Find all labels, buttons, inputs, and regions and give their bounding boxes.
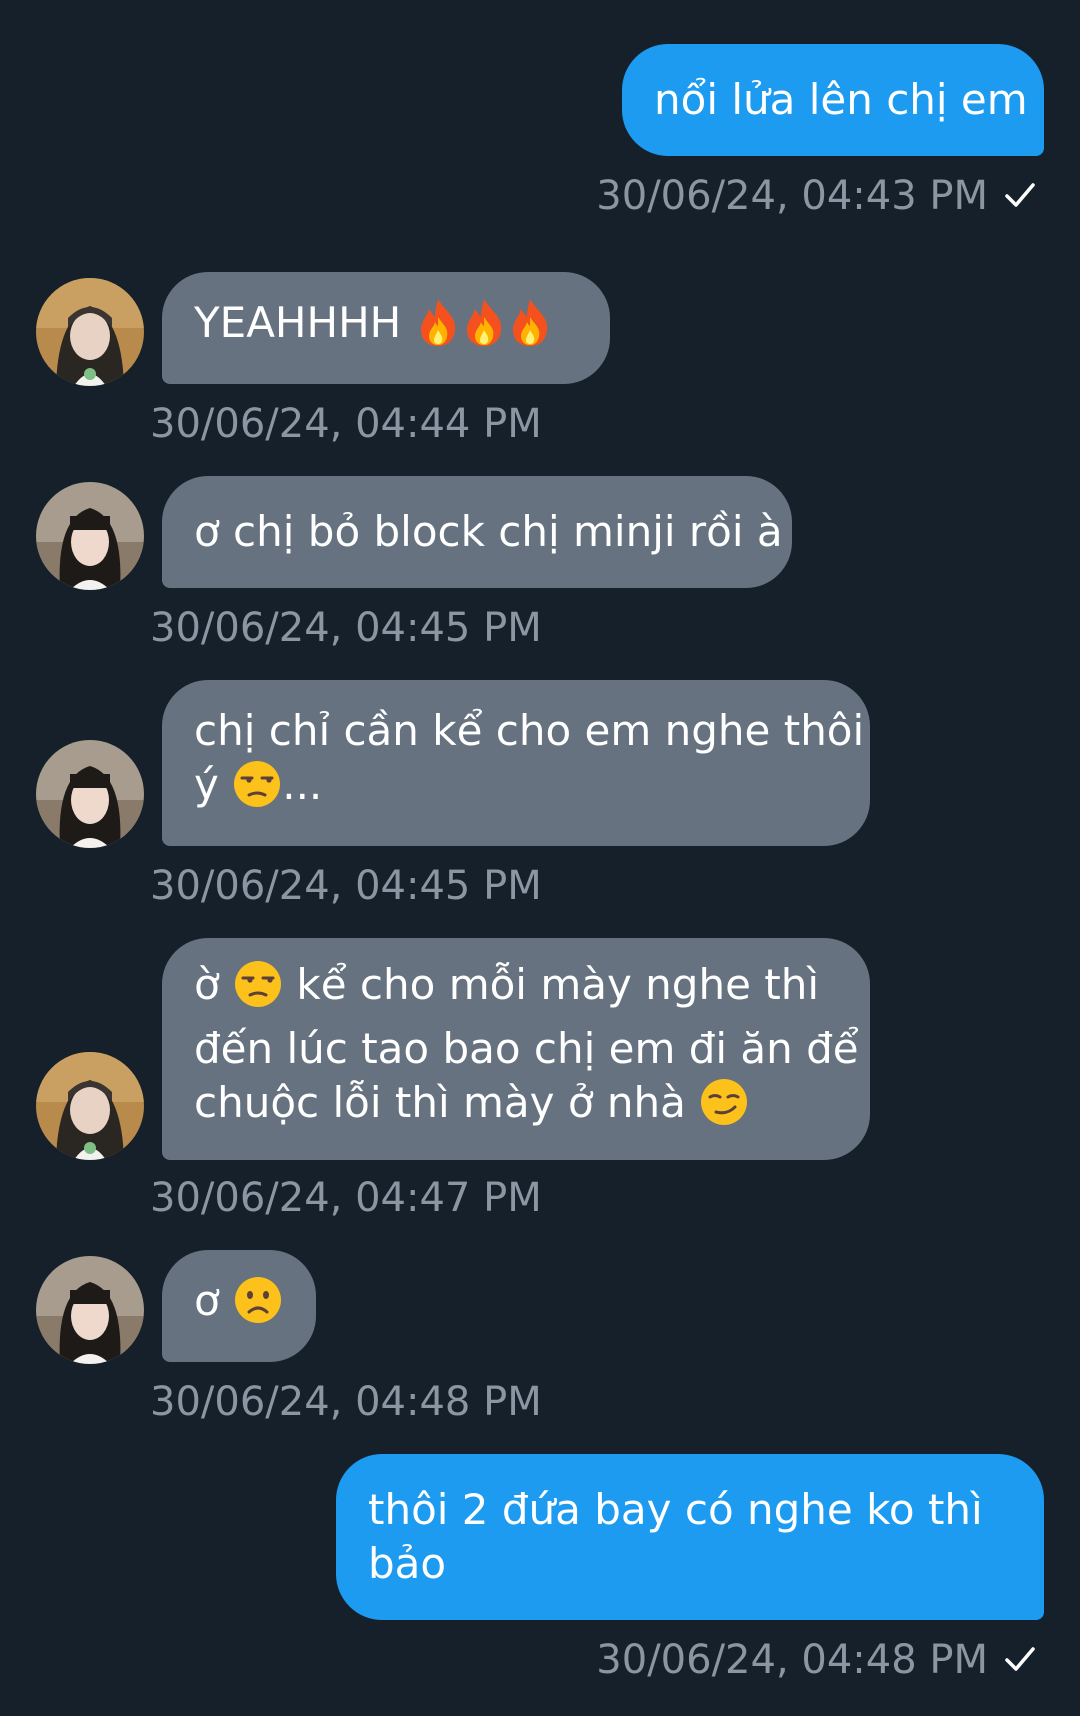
unamused-face-emoji (232, 759, 282, 822)
message-timestamp: 30/06/24, 04:44 PM (150, 400, 542, 448)
avatar[interactable] (36, 1052, 144, 1160)
message-text-row: ơ (194, 1274, 284, 1338)
timestamp-text: 30/06/24, 04:48 PM (596, 1637, 988, 1683)
message-timestamp: 30/06/24, 04:43 PM (596, 172, 1038, 220)
message-text: chị chỉ cần kể cho em nghe thôi (194, 706, 865, 755)
avatar[interactable] (36, 482, 144, 590)
message-text: ... (282, 760, 323, 809)
message-timestamp: 30/06/24, 04:48 PM (596, 1636, 1038, 1684)
message-text: kể cho mỗi mày nghe thì (296, 960, 820, 1009)
timestamp-text: 30/06/24, 04:45 PM (150, 863, 542, 909)
timestamp-text: 30/06/24, 04:48 PM (150, 1379, 542, 1425)
message-bubble-outgoing[interactable]: thôi 2 đứa bay có nghe ko thì bảo (336, 1454, 1044, 1620)
message-text: bảo (368, 1539, 447, 1588)
message-text: ơ chị bỏ block chị minji rồi à (194, 507, 783, 556)
timestamp-text: 30/06/24, 04:45 PM (150, 605, 542, 651)
message-text: ờ (194, 960, 220, 1009)
message-text: YEAHHHH (194, 298, 402, 347)
avatar[interactable] (36, 1256, 144, 1364)
message-text: ơ (194, 1276, 220, 1325)
message-text-row: chuộc lỗi thì mày ở nhà (194, 1076, 838, 1140)
message-text-row: YEAHHHH (194, 296, 578, 360)
message-text: ý (194, 760, 219, 809)
timestamp-text: 30/06/24, 04:47 PM (150, 1175, 542, 1221)
fire-emoji (415, 297, 461, 360)
message-text: chuộc lỗi thì mày ở nhà (194, 1078, 686, 1127)
fire-emoji (461, 297, 507, 360)
avatar[interactable] (36, 278, 144, 386)
message-bubble-incoming[interactable]: ờ kể cho mỗi mày nghe thì đến lúc tao ba… (162, 938, 870, 1160)
unamused-face-emoji (233, 959, 283, 1022)
message-timestamp: 30/06/24, 04:45 PM (150, 604, 542, 652)
avatar[interactable] (36, 740, 144, 848)
message-timestamp: 30/06/24, 04:48 PM (150, 1378, 542, 1426)
fire-emoji (507, 297, 553, 360)
message-bubble-outgoing[interactable]: nổi lửa lên chị em (622, 44, 1044, 156)
message-text-row: ờ kể cho mỗi mày nghe thì (194, 958, 838, 1022)
frowning-face-emoji (233, 1275, 283, 1338)
message-timestamp: 30/06/24, 04:47 PM (150, 1174, 542, 1222)
message-bubble-incoming[interactable]: ơ (162, 1250, 316, 1362)
message-bubble-incoming[interactable]: chị chỉ cần kể cho em nghe thôi ý ... (162, 680, 870, 846)
checkmark-icon (1005, 1647, 1035, 1671)
message-text: nổi lửa lên chị em (654, 75, 1028, 124)
message-timestamp: 30/06/24, 04:45 PM (150, 862, 542, 910)
smirking-face-emoji (699, 1077, 749, 1140)
timestamp-text: 30/06/24, 04:43 PM (596, 173, 988, 219)
message-text-row: ý ... (194, 758, 838, 822)
message-text: đến lúc tao bao chị em đi ăn để (194, 1024, 859, 1073)
timestamp-text: 30/06/24, 04:44 PM (150, 401, 542, 447)
message-bubble-incoming[interactable]: YEAHHHH (162, 272, 610, 384)
message-text: thôi 2 đứa bay có nghe ko thì (368, 1485, 983, 1534)
checkmark-icon (1005, 183, 1035, 207)
message-bubble-incoming[interactable]: ơ chị bỏ block chị minji rồi à (162, 476, 792, 588)
